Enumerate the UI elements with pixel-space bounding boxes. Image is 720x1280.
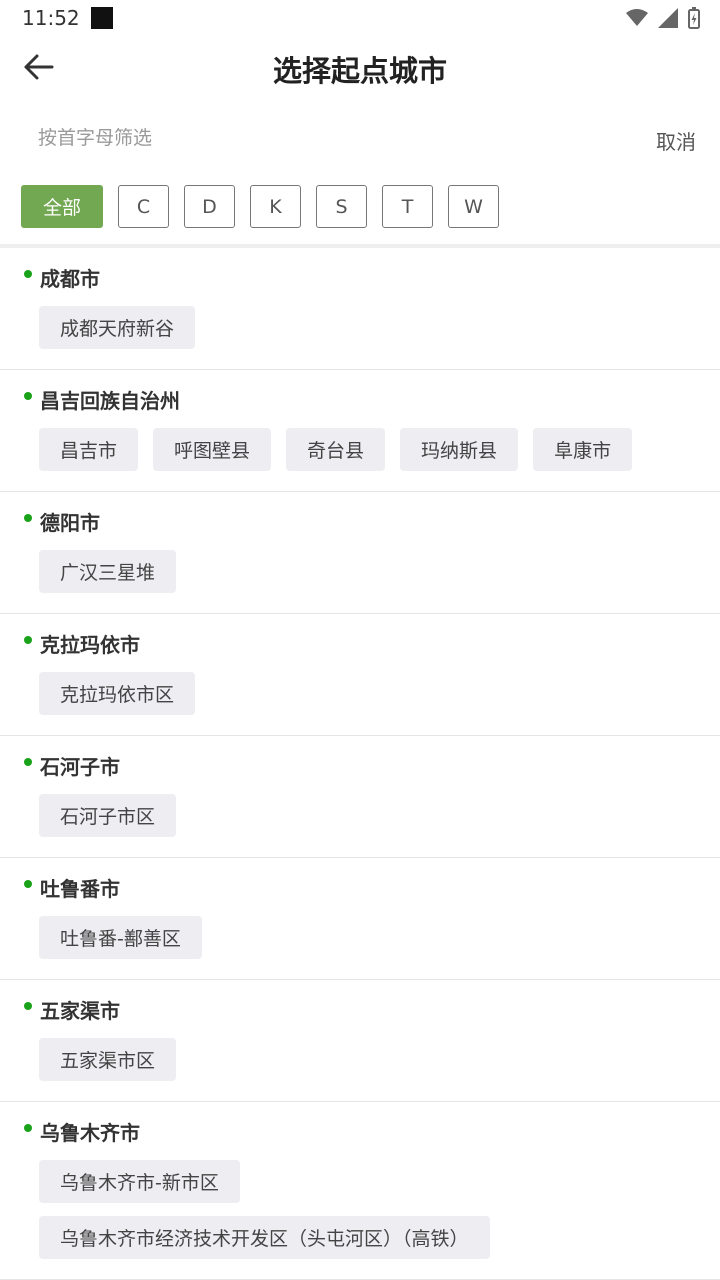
city-group: 石河子市 石河子市区 [0, 736, 720, 858]
status-time: 11:52 [22, 6, 80, 30]
city-group: 昌吉回族自治州 昌吉市 呼图壁县 奇台县 玛纳斯县 阜康市 [0, 370, 720, 492]
header: 选择起点城市 [0, 36, 720, 100]
city-group: 吐鲁番市 吐鲁番-鄯善区 [0, 858, 720, 980]
bullet-dot-icon [24, 758, 32, 766]
city-group: 克拉玛依市 克拉玛依市区 [0, 614, 720, 736]
filter-chip-all[interactable]: 全部 [21, 185, 103, 228]
station-list: 克拉玛依市区 [39, 672, 699, 715]
city-group-title: 五家渠市 [40, 999, 120, 1023]
letter-filter-bar: 全部 C D K S T W [21, 185, 499, 228]
station-list: 成都天府新谷 [39, 306, 699, 349]
filter-chip-k[interactable]: K [250, 185, 301, 228]
page-title: 选择起点城市 [272, 54, 447, 88]
station-option[interactable]: 乌鲁木齐市经济技术开发区（头屯河区）（高铁） [39, 1216, 490, 1259]
bullet-dot-icon [24, 1002, 32, 1010]
city-group: 乌鲁木齐市 乌鲁木齐市-新市区 乌鲁木齐市经济技术开发区（头屯河区）（高铁） [0, 1102, 720, 1280]
bullet-dot-icon [24, 270, 32, 278]
station-list: 五家渠市区 [39, 1038, 699, 1081]
station-option[interactable]: 玛纳斯县 [400, 428, 519, 471]
station-option[interactable]: 克拉玛依市区 [39, 672, 196, 715]
station-option[interactable]: 成都天府新谷 [39, 306, 196, 349]
cellular-signal-icon [658, 8, 678, 28]
bullet-dot-icon [24, 1124, 32, 1132]
station-option[interactable]: 乌鲁木齐市-新市区 [39, 1160, 240, 1203]
city-group: 五家渠市 五家渠市区 [0, 980, 720, 1102]
station-list: 广汉三星堆 [39, 550, 699, 593]
city-group-title: 德阳市 [40, 511, 100, 535]
station-option[interactable]: 五家渠市区 [39, 1038, 177, 1081]
bullet-dot-icon [24, 636, 32, 644]
battery-icon [688, 7, 700, 29]
filter-chip-d[interactable]: D [184, 185, 235, 228]
filter-chip-t[interactable]: T [382, 185, 433, 228]
city-group-title: 成都市 [40, 267, 100, 291]
station-list: 乌鲁木齐市-新市区 乌鲁木齐市经济技术开发区（头屯河区）（高铁） [39, 1160, 699, 1259]
notification-icon [91, 7, 113, 29]
city-list: 成都市 成都天府新谷 昌吉回族自治州 昌吉市 呼图壁县 奇台县 玛纳斯县 阜康市… [0, 248, 720, 1280]
station-list: 昌吉市 呼图壁县 奇台县 玛纳斯县 阜康市 [39, 428, 699, 471]
city-group: 成都市 成都天府新谷 [0, 248, 720, 370]
bullet-dot-icon [24, 514, 32, 522]
filter-chip-c[interactable]: C [118, 185, 169, 228]
station-option[interactable]: 阜康市 [533, 428, 633, 471]
city-group-title: 昌吉回族自治州 [40, 389, 180, 413]
filter-chip-s[interactable]: S [316, 185, 367, 228]
station-option[interactable]: 昌吉市 [39, 428, 139, 471]
station-option[interactable]: 石河子市区 [39, 794, 177, 837]
status-bar: 11:52 [0, 0, 720, 36]
station-list: 吐鲁番-鄯善区 [39, 916, 699, 959]
station-option[interactable]: 广汉三星堆 [39, 550, 177, 593]
city-group-title: 乌鲁木齐市 [40, 1121, 140, 1145]
station-option[interactable]: 吐鲁番-鄯善区 [39, 916, 202, 959]
city-group-title: 石河子市 [40, 755, 120, 779]
city-group-title: 克拉玛依市 [40, 633, 140, 657]
city-group-title: 吐鲁番市 [40, 877, 120, 901]
station-list: 石河子市区 [39, 794, 699, 837]
bullet-dot-icon [24, 880, 32, 888]
station-option[interactable]: 奇台县 [286, 428, 386, 471]
letter-filter-input[interactable] [38, 120, 558, 156]
station-option[interactable]: 呼图壁县 [153, 428, 272, 471]
status-icons [626, 7, 700, 29]
city-group: 德阳市 广汉三星堆 [0, 492, 720, 614]
filter-chip-w[interactable]: W [448, 185, 499, 228]
cancel-button[interactable]: 取消 [656, 126, 696, 155]
wifi-icon [626, 9, 648, 26]
search-bar: 取消 [0, 112, 720, 168]
bullet-dot-icon [24, 392, 32, 400]
